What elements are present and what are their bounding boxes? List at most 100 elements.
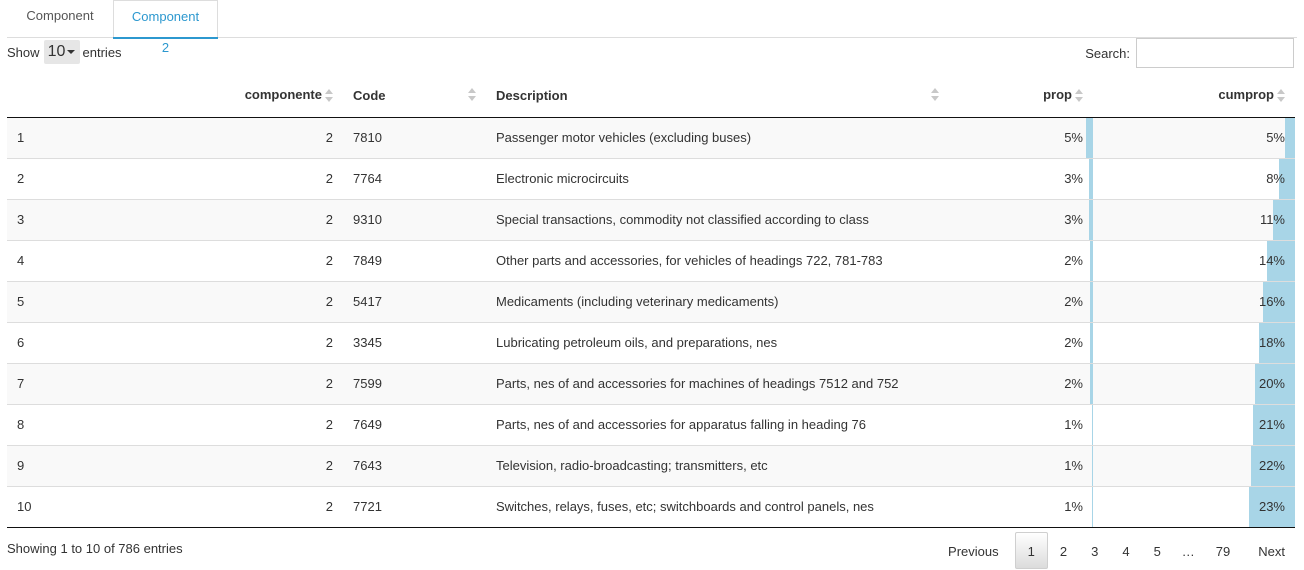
data-table: componente Code Description prop cumprop… [7, 74, 1295, 528]
cell-index: 2 [7, 157, 147, 199]
cell-description: Medicaments (including veterinary medica… [486, 280, 949, 322]
cell-componente: 2 [147, 403, 343, 445]
entries-select-value: 10 [47, 43, 66, 60]
cell-index: 7 [7, 362, 147, 404]
cell-index: 6 [7, 321, 147, 363]
cell-cumprop: 8% [1093, 157, 1295, 199]
prop-value: 1% [1064, 498, 1083, 514]
entries-length-control: Show 10 entries [7, 40, 122, 64]
cell-prop: 3% [949, 157, 1093, 199]
entries-select[interactable]: 10 [43, 40, 80, 64]
header-componente-label: componente [244, 87, 322, 103]
prop-value: 1% [1064, 457, 1083, 473]
sort-icon [468, 88, 476, 102]
prop-value: 5% [1064, 129, 1083, 145]
cell-code: 9310 [343, 198, 486, 240]
cell-prop: 1% [949, 444, 1093, 486]
pagination: Previous 1 2 3 4 5 … 79 Next [936, 532, 1297, 569]
header-code-label: Code [353, 87, 386, 103]
header-prop[interactable]: prop [949, 74, 1093, 118]
cell-description: Passenger motor vehicles (excluding buse… [486, 117, 949, 158]
table-row: 1 2 7810 Passenger motor vehicles (exclu… [7, 117, 1295, 158]
cumprop-value: 21% [1258, 416, 1285, 432]
cell-index: 3 [7, 198, 147, 240]
page-button-3[interactable]: 3 [1079, 532, 1110, 569]
cell-cumprop: 21% [1093, 403, 1295, 445]
cell-index: 5 [7, 280, 147, 322]
page-button-1[interactable]: 1 [1014, 532, 1048, 569]
sort-icon [325, 89, 333, 103]
cell-prop: 2% [949, 280, 1093, 322]
cell-code: 5417 [343, 280, 486, 322]
table-row: 2 2 7764 Electronic microcircuits 3% 8% [7, 157, 1295, 199]
pagination-ellipsis: … [1181, 544, 1195, 559]
header-description[interactable]: Description [486, 74, 949, 118]
cell-index: 4 [7, 239, 147, 281]
cell-index: 8 [7, 403, 147, 445]
table-row: 8 2 7649 Parts, nes of and accessories f… [7, 403, 1295, 445]
cell-description: Parts, nes of and accessories for machin… [486, 362, 949, 404]
caret-down-icon [67, 50, 76, 54]
cell-description: Other parts and accessories, for vehicle… [486, 239, 949, 281]
cumprop-value: 20% [1258, 375, 1285, 391]
cell-description: Electronic microcircuits [486, 157, 949, 199]
header-code[interactable]: Code [343, 74, 486, 118]
search-input[interactable] [1136, 38, 1294, 68]
table-row: 5 2 5417 Medicaments (including veterina… [7, 280, 1295, 322]
cumprop-value: 23% [1258, 498, 1285, 514]
cell-index: 9 [7, 444, 147, 486]
next-button[interactable]: Next [1246, 532, 1297, 569]
page-button-79[interactable]: 79 [1204, 532, 1242, 569]
prop-value: 3% [1064, 211, 1083, 227]
tab-component-2[interactable]: Component 2 [113, 0, 218, 55]
table-info: Showing 1 to 10 of 786 entries [7, 541, 183, 556]
page-button-4[interactable]: 4 [1110, 532, 1141, 569]
cell-componente: 2 [147, 485, 343, 528]
table-body: 1 2 7810 Passenger motor vehicles (exclu… [7, 117, 1295, 528]
cell-componente: 2 [147, 280, 343, 322]
cell-index: 10 [7, 485, 147, 528]
cell-description: Television, radio-broadcasting; transmit… [486, 444, 949, 486]
cell-cumprop: 16% [1093, 280, 1295, 322]
page-button-5[interactable]: 5 [1142, 532, 1173, 569]
length-suffix-label: entries [82, 44, 122, 60]
table-row: 6 2 3345 Lubricating petroleum oils, and… [7, 321, 1295, 363]
prop-value: 1% [1064, 416, 1083, 432]
sort-icon [1075, 89, 1083, 103]
cell-index: 1 [7, 117, 147, 158]
cell-code: 7810 [343, 117, 486, 158]
prop-value: 2% [1064, 375, 1083, 391]
cell-description: Lubricating petroleum oils, and preparat… [486, 321, 949, 363]
sort-icon [1277, 89, 1285, 103]
tab-bar: Component 1 Component 2 [7, 0, 1297, 55]
header-description-label: Description [496, 87, 568, 103]
prop-value: 2% [1064, 293, 1083, 309]
cumprop-value: 5% [1266, 129, 1285, 145]
table-row: 3 2 9310 Special transactions, commodity… [7, 198, 1295, 240]
cell-prop: 2% [949, 321, 1093, 363]
cumprop-value: 18% [1258, 334, 1285, 350]
cumprop-value: 16% [1258, 293, 1285, 309]
cell-componente: 2 [147, 444, 343, 486]
cell-cumprop: 23% [1093, 485, 1295, 528]
tab-component-1[interactable]: Component 1 [7, 0, 113, 54]
cell-description: Switches, relays, fuses, etc; switchboar… [486, 485, 949, 528]
cumprop-value: 22% [1258, 457, 1285, 473]
header-cumprop[interactable]: cumprop [1093, 74, 1295, 118]
cell-code: 7721 [343, 485, 486, 528]
table-row: 9 2 7643 Television, radio-broadcasting;… [7, 444, 1295, 486]
cell-code: 7599 [343, 362, 486, 404]
cell-code: 7849 [343, 239, 486, 281]
search-control: Search: [1085, 38, 1294, 68]
table-row: 7 2 7599 Parts, nes of and accessories f… [7, 362, 1295, 404]
table-row: 10 2 7721 Switches, relays, fuses, etc; … [7, 485, 1295, 528]
previous-button[interactable]: Previous [936, 532, 1011, 569]
cell-prop: 2% [949, 239, 1093, 281]
header-componente[interactable]: componente [147, 74, 343, 118]
page-button-2[interactable]: 2 [1048, 532, 1079, 569]
header-index[interactable] [7, 74, 147, 118]
prop-value: 2% [1064, 252, 1083, 268]
header-prop-label: prop [1043, 87, 1072, 103]
cumprop-bar [1285, 117, 1295, 158]
cell-prop: 1% [949, 403, 1093, 445]
